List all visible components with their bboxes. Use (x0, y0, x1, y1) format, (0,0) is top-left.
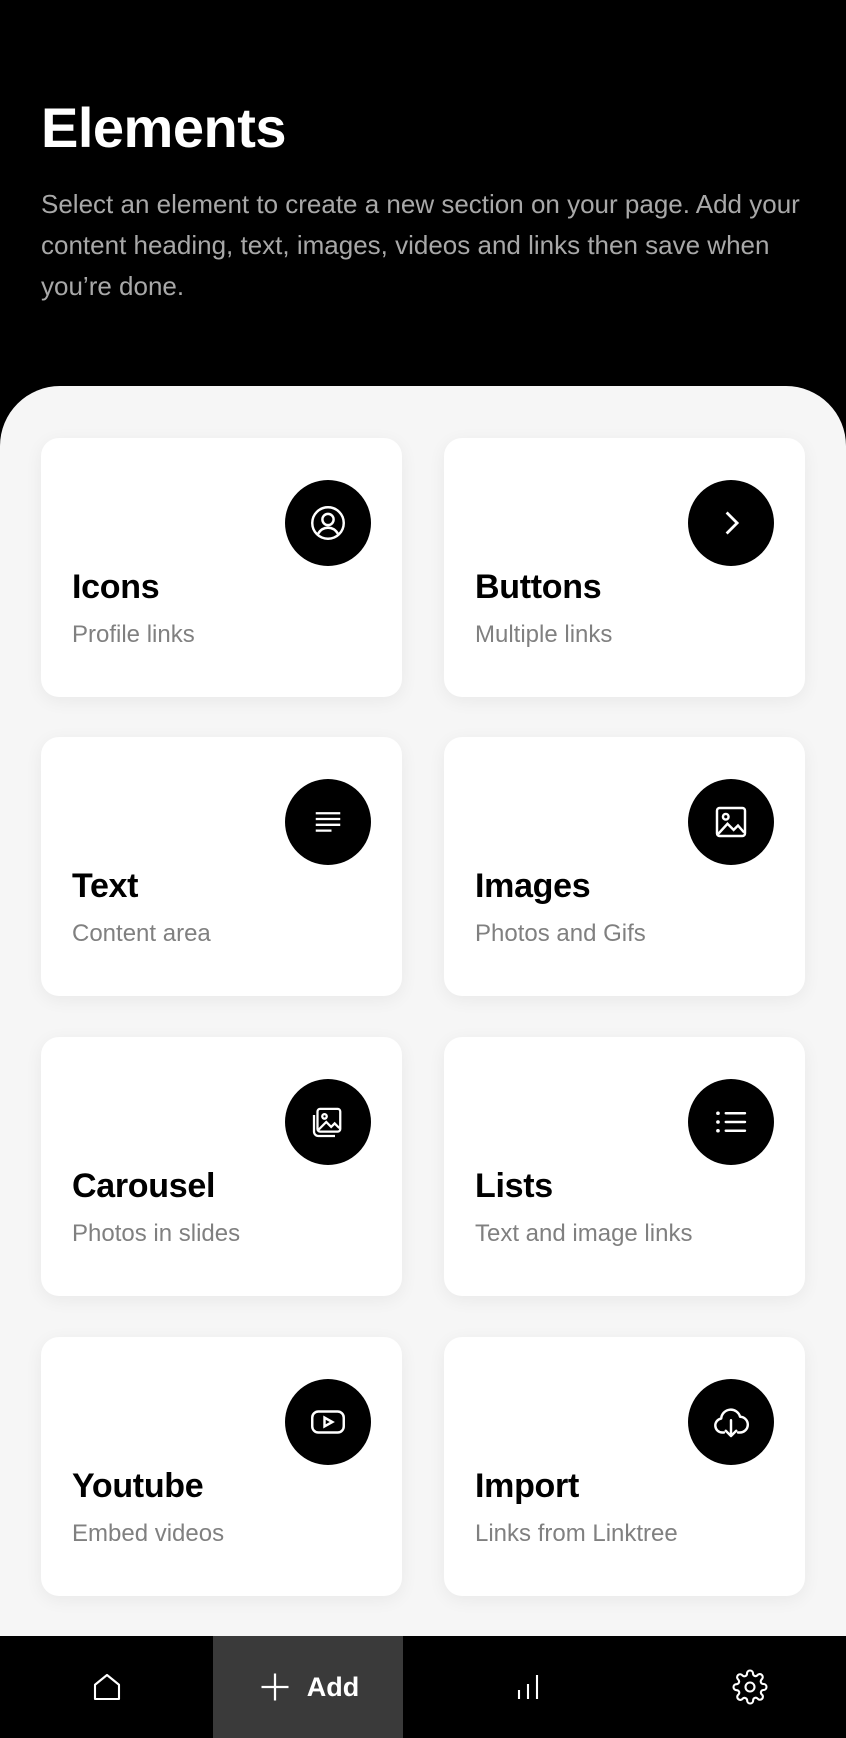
elements-sheet: Icons Profile links Buttons Multiple lin… (0, 386, 846, 1636)
nav-add-button[interactable]: Add (213, 1636, 403, 1738)
nav-home[interactable] (0, 1636, 213, 1738)
card-subtitle: Photos in slides (72, 1220, 241, 1247)
gallery-icon (285, 1079, 371, 1165)
element-card-youtube[interactable]: Youtube Embed videos (41, 1337, 402, 1596)
image-icon (688, 779, 774, 865)
element-card-buttons[interactable]: Buttons Multiple links (444, 438, 805, 697)
card-subtitle: Links from Linktree (475, 1520, 678, 1547)
element-card-text[interactable]: Text Content area (41, 737, 402, 996)
page-description: Select an element to create a new sectio… (41, 189, 800, 301)
card-subtitle: Profile links (72, 621, 195, 648)
analytics-icon (517, 1675, 539, 1699)
card-title: Icons (72, 568, 160, 606)
cloud-download-icon (688, 1379, 774, 1465)
page-title: Elements (41, 96, 287, 159)
card-title: Images (475, 867, 591, 905)
youtube-icon (285, 1379, 371, 1465)
user-circle-icon (285, 480, 371, 566)
element-card-carousel[interactable]: Carousel Photos in slides (41, 1037, 402, 1296)
card-title: Youtube (72, 1467, 204, 1505)
card-title: Buttons (475, 568, 602, 606)
card-subtitle: Photos and Gifs (475, 920, 646, 947)
card-title: Text (72, 867, 139, 905)
card-subtitle: Multiple links (475, 621, 613, 648)
card-subtitle: Text and image links (475, 1220, 693, 1247)
element-card-lists[interactable]: Lists Text and image links (444, 1037, 805, 1296)
card-title: Carousel (72, 1167, 216, 1205)
list-icon (688, 1079, 774, 1165)
text-lines-icon (285, 779, 371, 865)
element-card-images[interactable]: Images Photos and Gifs (444, 737, 805, 996)
chevron-right-icon (688, 480, 774, 566)
header: Elements Select an element to create a n… (0, 0, 846, 420)
nav-add-label: Add (306, 1671, 360, 1702)
nav-analytics[interactable] (403, 1636, 653, 1738)
plus-icon (261, 1673, 289, 1701)
bottom-nav: Add (0, 1636, 846, 1738)
settings-icon (732, 1669, 767, 1705)
element-card-icons[interactable]: Icons Profile links (41, 438, 402, 697)
card-subtitle: Embed videos (72, 1520, 225, 1547)
home-icon (93, 1673, 120, 1701)
element-card-import[interactable]: Import Links from Linktree (444, 1337, 805, 1596)
card-title: Import (475, 1467, 579, 1505)
nav-settings[interactable] (653, 1636, 846, 1738)
card-title: Lists (475, 1167, 553, 1205)
card-subtitle: Content area (72, 920, 211, 947)
